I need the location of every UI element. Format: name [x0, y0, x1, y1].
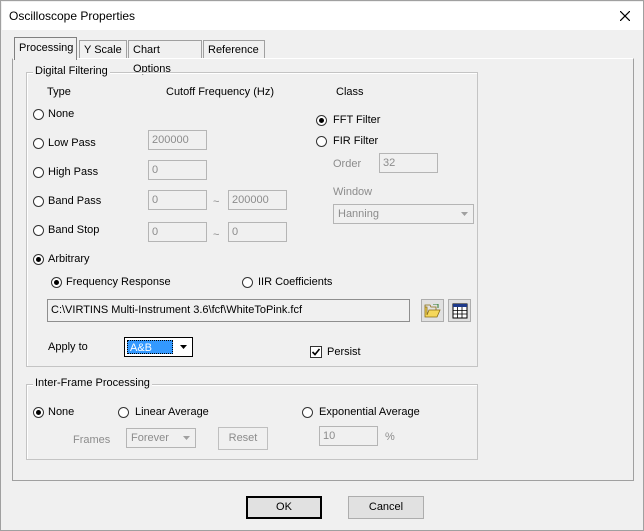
- radio-fir-filter[interactable]: [316, 136, 327, 147]
- radio-band-stop-label: Band Stop: [48, 224, 100, 236]
- band-stop-high-input[interactable]: 0: [228, 222, 287, 242]
- radio-arbitrary[interactable]: [33, 254, 44, 265]
- table-edit-button[interactable]: [448, 299, 471, 322]
- radio-inter-none[interactable]: [33, 407, 44, 418]
- tab-processing[interactable]: Processing: [14, 37, 77, 60]
- radio-exponential-average-label: Exponential Average: [319, 406, 420, 418]
- band-pass-high-input[interactable]: 200000: [228, 190, 287, 210]
- cutoff-header: Cutoff Frequency (Hz): [166, 86, 275, 98]
- band-pass-separator: ~: [213, 196, 220, 208]
- chevron-down-icon: [179, 430, 194, 446]
- tab-y-scale[interactable]: Y Scale: [79, 40, 127, 59]
- high-pass-cutoff-input[interactable]: 0: [148, 160, 207, 180]
- class-header: Class: [336, 86, 364, 98]
- apply-to-label: Apply to: [48, 341, 88, 353]
- radio-iir-coefficients[interactable]: [242, 277, 253, 288]
- window-select-value: Hanning: [338, 208, 379, 220]
- close-icon: [620, 11, 630, 21]
- band-stop-low-input[interactable]: 0: [148, 222, 207, 242]
- exp-average-input[interactable]: 10: [319, 426, 378, 446]
- radio-band-stop[interactable]: [33, 225, 44, 236]
- radio-linear-average-label: Linear Average: [135, 406, 209, 418]
- ok-button[interactable]: OK: [246, 496, 322, 519]
- table-icon: [452, 303, 467, 318]
- exp-average-unit: %: [385, 431, 395, 443]
- radio-fft-filter[interactable]: [316, 115, 327, 126]
- frames-label: Frames: [73, 434, 111, 446]
- frames-select-value: Forever: [131, 432, 169, 444]
- radio-none-label: None: [48, 108, 75, 120]
- radio-iir-coefficients-label: IIR Coefficients: [258, 276, 333, 288]
- radio-frequency-response-label: Frequency Response: [66, 276, 171, 288]
- open-file-button[interactable]: [421, 299, 444, 322]
- tab-chart-options[interactable]: Chart Options: [128, 40, 202, 75]
- radio-band-pass[interactable]: [33, 196, 44, 207]
- radio-frequency-response[interactable]: [51, 277, 62, 288]
- title-bar: Oscilloscope Properties: [2, 2, 643, 30]
- order-input[interactable]: 32: [379, 153, 438, 173]
- reset-button[interactable]: Reset: [218, 427, 268, 450]
- order-label: Order: [333, 158, 362, 170]
- filter-file-path-input[interactable]: C:\VIRTINS Multi-Instrument 3.6\fcf\Whit…: [47, 299, 410, 322]
- apply-to-select[interactable]: A&B: [124, 337, 193, 357]
- radio-inter-none-label: None: [48, 406, 75, 418]
- digital-filtering-title: Digital Filtering: [33, 65, 110, 77]
- check-icon: [311, 348, 321, 356]
- type-header: Type: [47, 86, 71, 98]
- window-title: Oscilloscope Properties: [9, 9, 136, 23]
- radio-high-pass-label: High Pass: [48, 166, 99, 178]
- window-label: Window: [333, 186, 373, 198]
- band-stop-separator: ~: [213, 229, 220, 241]
- persist-checkbox[interactable]: [310, 346, 322, 358]
- band-pass-low-input[interactable]: 0: [148, 190, 207, 210]
- radio-linear-average[interactable]: [118, 407, 129, 418]
- persist-label: Persist: [327, 346, 361, 358]
- radio-exponential-average[interactable]: [302, 407, 313, 418]
- radio-fir-filter-label: FIR Filter: [333, 135, 379, 147]
- chevron-down-icon: [176, 339, 191, 355]
- tab-reference[interactable]: Reference: [203, 40, 265, 59]
- radio-fft-filter-label: FFT Filter: [333, 114, 381, 126]
- radio-band-pass-label: Band Pass: [48, 195, 102, 207]
- radio-high-pass[interactable]: [33, 167, 44, 178]
- window-select[interactable]: Hanning: [333, 204, 474, 224]
- apply-to-value: A&B: [127, 340, 173, 354]
- radio-low-pass-label: Low Pass: [48, 137, 96, 149]
- folder-open-icon: [424, 303, 441, 317]
- cancel-button[interactable]: Cancel: [348, 496, 424, 519]
- inter-frame-title: Inter-Frame Processing: [33, 377, 152, 389]
- radio-arbitrary-label: Arbitrary: [48, 253, 90, 265]
- radio-none[interactable]: [33, 109, 44, 120]
- frames-select[interactable]: Forever: [126, 428, 196, 448]
- low-pass-cutoff-input[interactable]: 200000: [148, 130, 207, 150]
- chevron-down-icon: [457, 206, 472, 222]
- close-button[interactable]: [613, 5, 637, 27]
- radio-low-pass[interactable]: [33, 138, 44, 149]
